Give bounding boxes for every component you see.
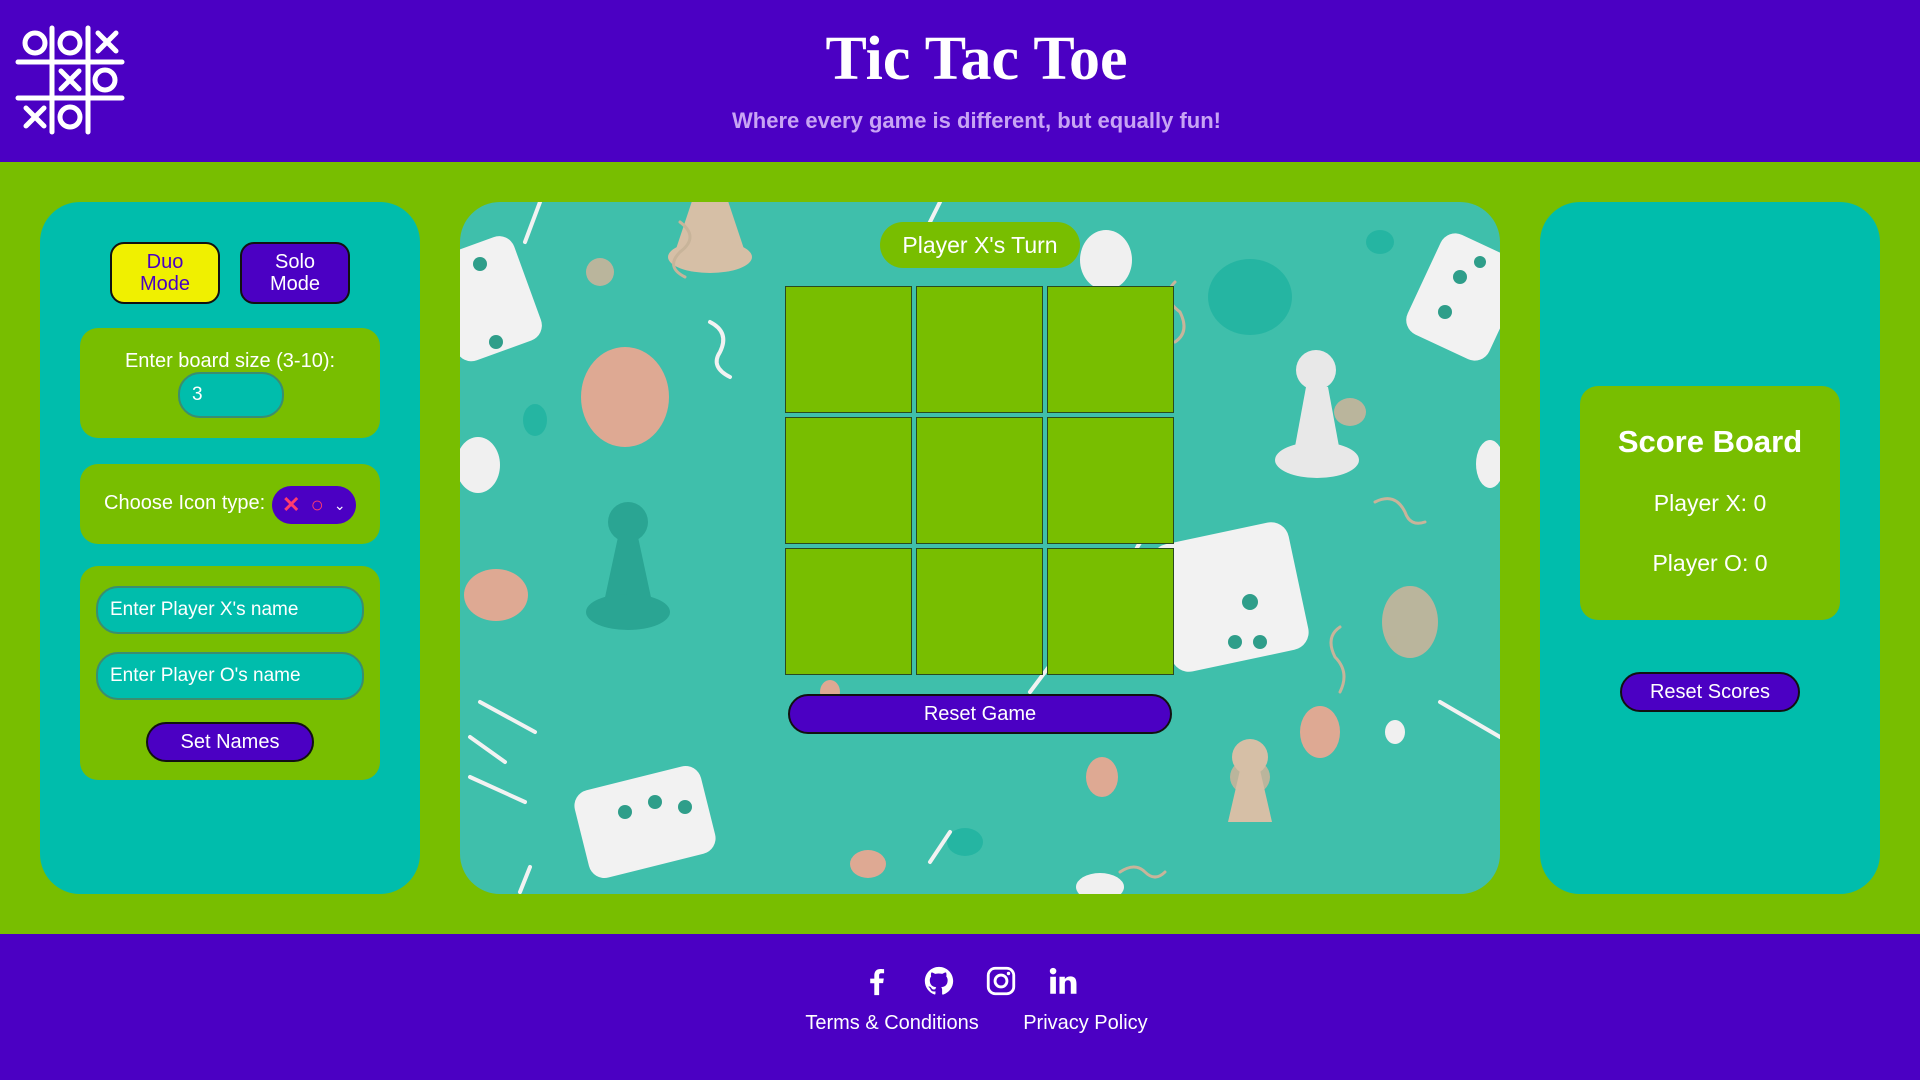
duo-mode-label: Duo Mode xyxy=(139,251,191,295)
player-o-score: Player O: 0 xyxy=(1652,550,1768,576)
board-cell[interactable] xyxy=(785,286,912,413)
board-size-input[interactable] xyxy=(178,372,284,418)
page-subtitle: Where every game is different, but equal… xyxy=(732,108,1221,133)
player-x-name-input[interactable] xyxy=(96,586,364,634)
score-board: Score Board Player X: 0 Player O: 0 xyxy=(1580,386,1840,620)
page-title: Tic Tac Toe xyxy=(825,25,1128,93)
game-board xyxy=(785,286,1176,677)
score-board-title: Score Board xyxy=(1617,424,1803,459)
header: Tic Tac Toe Where every game is differen… xyxy=(0,0,1920,162)
social-links xyxy=(860,964,1080,1000)
reset-scores-button[interactable]: Reset Scores xyxy=(1620,672,1800,712)
reset-game-button[interactable]: Reset Game xyxy=(788,694,1172,734)
instagram-icon[interactable] xyxy=(984,964,1018,998)
icon-type-card: Choose Icon type: ✕ ○ ⌄ xyxy=(80,464,380,544)
board-cell[interactable] xyxy=(916,417,1043,544)
settings-panel: Duo Mode Solo Mode Enter board size (3-1… xyxy=(40,202,420,894)
board-size-card: Enter board size (3-10): xyxy=(80,328,380,438)
board-cell[interactable] xyxy=(1047,286,1174,413)
facebook-icon[interactable] xyxy=(860,964,894,998)
player-x-score: Player X: 0 xyxy=(1653,490,1767,516)
player-o-name-input[interactable] xyxy=(96,652,364,700)
score-panel: Score Board Player X: 0 Player O: 0 Rese… xyxy=(1540,202,1880,894)
board-cell[interactable] xyxy=(1047,417,1174,544)
game-area: Player X's Turn Reset Game xyxy=(460,202,1500,894)
board-cell[interactable] xyxy=(916,286,1043,413)
set-names-button[interactable]: Set Names xyxy=(146,722,314,762)
board-size-label: Enter board size (3-10): xyxy=(124,350,336,372)
turn-indicator: Player X's Turn xyxy=(880,222,1080,268)
linkedin-icon[interactable] xyxy=(1046,964,1080,998)
board-cell[interactable] xyxy=(1047,548,1174,675)
icon-type-select[interactable]: ✕ ○ ⌄ xyxy=(272,486,356,524)
icon-type-value: ✕ ○ xyxy=(282,492,326,517)
footer-links: Terms & Conditions Privacy Policy xyxy=(0,1012,1920,1035)
player-names-card: Set Names xyxy=(80,566,380,780)
board-cell[interactable] xyxy=(785,548,912,675)
solo-mode-label: Solo Mode xyxy=(269,251,321,295)
privacy-link[interactable]: Privacy Policy xyxy=(1023,1012,1147,1034)
footer: Terms & Conditions Privacy Policy xyxy=(0,934,1920,1080)
board-cell[interactable] xyxy=(785,417,912,544)
icon-type-label: Choose Icon type: xyxy=(104,492,266,514)
duo-mode-button[interactable]: Duo Mode xyxy=(110,242,220,304)
board-cell[interactable] xyxy=(916,548,1043,675)
chevron-down-icon: ⌄ xyxy=(333,496,346,513)
solo-mode-button[interactable]: Solo Mode xyxy=(240,242,350,304)
terms-link[interactable]: Terms & Conditions xyxy=(805,1012,978,1034)
github-icon[interactable] xyxy=(922,964,956,998)
